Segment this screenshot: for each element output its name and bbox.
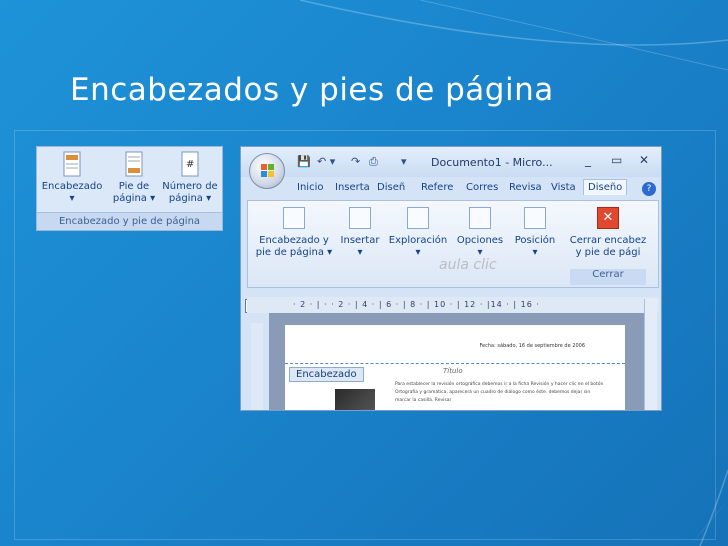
ruler-marks: · 2 · | · · 2 · | 4 · | 6 · | 8 · | 10 ·… bbox=[293, 300, 540, 309]
header-footer-button[interactable]: Encabezado y pie de página ▾ bbox=[254, 207, 334, 259]
maximize-button[interactable]: ▭ bbox=[611, 153, 622, 167]
position-button[interactable]: Posición ▾ bbox=[510, 207, 560, 259]
navigation-button[interactable]: Exploración ▾ bbox=[386, 207, 450, 259]
close-header-label-1: Cerrar encabez bbox=[569, 235, 647, 246]
options-icon bbox=[469, 207, 491, 229]
page-number-button[interactable]: # Número de página ▾ bbox=[159, 151, 221, 205]
close-button[interactable]: ✕ bbox=[639, 153, 649, 167]
tab-correspondencia[interactable]: Corres bbox=[466, 182, 498, 193]
footer-button-label: Pie de bbox=[118, 181, 150, 192]
document-page[interactable]: Fecha: sábado, 16 de septiembre de 2006 … bbox=[285, 325, 625, 410]
options-label-1: Opciones bbox=[456, 235, 504, 246]
navigation-icon bbox=[407, 207, 429, 229]
vertical-scrollbar[interactable] bbox=[644, 299, 657, 410]
document-body: Para establecer la revisión ortográfica … bbox=[395, 382, 604, 403]
navigation-label-1: Exploración bbox=[388, 235, 448, 246]
footer-icon bbox=[125, 151, 143, 177]
help-icon[interactable]: ? bbox=[642, 182, 656, 196]
office-button[interactable] bbox=[249, 153, 285, 189]
insert-icon bbox=[349, 207, 371, 229]
tab-revisar[interactable]: Revisa bbox=[509, 182, 542, 193]
header-divider bbox=[285, 363, 625, 364]
close-group-label: Cerrar bbox=[570, 269, 646, 285]
header-date: Fecha: sábado, 16 de septiembre de 2006 bbox=[479, 343, 585, 349]
group-label: Encabezado y pie de página bbox=[37, 212, 222, 230]
page-number-button-label: Número de bbox=[162, 181, 218, 192]
tab-diseno[interactable]: Diseño bbox=[583, 179, 628, 195]
header-button-label: Encabezado bbox=[41, 181, 103, 192]
save-icon[interactable]: 💾 bbox=[297, 155, 311, 168]
footer-button[interactable]: Pie de página ▾ bbox=[103, 151, 165, 205]
title-bar: 💾 ↶ ▾ ↷ ⎙ ▾ Documento1 - Micro... _ ▭ ✕ bbox=[241, 147, 661, 177]
close-header-footer-button[interactable]: ✕ Cerrar encabez y pie de pági bbox=[566, 207, 650, 259]
header-footer-label-2: pie de página ▾ bbox=[255, 247, 333, 258]
office-logo-icon bbox=[261, 164, 274, 177]
footer-button-arrow: página ▾ bbox=[112, 193, 156, 204]
document-area: Fecha: sábado, 16 de septiembre de 2006 … bbox=[269, 313, 645, 410]
header-footer-label-1: Encabezado y bbox=[259, 235, 329, 246]
document-photo bbox=[335, 389, 375, 410]
header-footer-icon bbox=[283, 207, 305, 229]
header-button-arrow: ▾ bbox=[69, 193, 75, 204]
page-number-button-arrow: página ▾ bbox=[168, 193, 212, 204]
vertical-ruler[interactable] bbox=[251, 323, 263, 410]
svg-text:#: # bbox=[186, 159, 194, 170]
position-label-2: ▾ bbox=[532, 247, 538, 258]
tab-insertar[interactable]: Inserta bbox=[335, 182, 370, 193]
document-heading: Título bbox=[443, 367, 463, 375]
page-title: Encabezados y pies de página bbox=[70, 72, 554, 108]
minimize-button[interactable]: _ bbox=[585, 153, 591, 167]
word-window: 💾 ↶ ▾ ↷ ⎙ ▾ Documento1 - Micro... _ ▭ ✕ … bbox=[240, 146, 662, 411]
position-icon bbox=[524, 207, 546, 229]
ribbon: Encabezado y pie de página ▾ Insertar ▾ … bbox=[247, 200, 659, 288]
customize-toolbar-icon[interactable]: ▾ bbox=[401, 155, 407, 168]
header-tag: Encabezado bbox=[289, 367, 364, 382]
position-label-1: Posición bbox=[514, 235, 556, 246]
print-icon[interactable]: ⎙ bbox=[369, 155, 378, 169]
page-number-icon: # bbox=[181, 151, 199, 177]
tab-diseno-pagina[interactable]: Diseñ bbox=[377, 182, 405, 193]
options-button[interactable]: Opciones ▾ bbox=[454, 207, 506, 259]
watermark: aula clic bbox=[439, 257, 497, 273]
header-footer-group: Encabezado ▾ Pie de página ▾ # Número de… bbox=[36, 146, 223, 231]
ribbon-tabs: Inicio Inserta Diseñ Refere Corres Revis… bbox=[241, 178, 661, 200]
insert-button[interactable]: Insertar ▾ bbox=[338, 207, 382, 259]
redo-icon[interactable]: ↷ bbox=[351, 155, 360, 168]
insert-label-2: ▾ bbox=[357, 247, 363, 258]
tab-referencias[interactable]: Refere bbox=[421, 182, 453, 193]
horizontal-ruler[interactable]: · 2 · | · · 2 · | 4 · | 6 · | 8 · | 10 ·… bbox=[247, 297, 659, 313]
tab-inicio[interactable]: Inicio bbox=[297, 182, 323, 193]
insert-label-1: Insertar bbox=[340, 235, 380, 246]
window-title: Documento1 - Micro... bbox=[431, 156, 553, 169]
header-button[interactable]: Encabezado ▾ bbox=[41, 151, 103, 205]
tab-vista[interactable]: Vista bbox=[551, 182, 576, 193]
header-icon bbox=[63, 151, 81, 177]
close-header-icon: ✕ bbox=[597, 207, 619, 229]
close-header-label-2: y pie de pági bbox=[575, 247, 641, 258]
undo-icon[interactable]: ↶ ▾ bbox=[317, 155, 335, 168]
slide: Encabezados y pies de página Encabezado … bbox=[0, 0, 728, 546]
